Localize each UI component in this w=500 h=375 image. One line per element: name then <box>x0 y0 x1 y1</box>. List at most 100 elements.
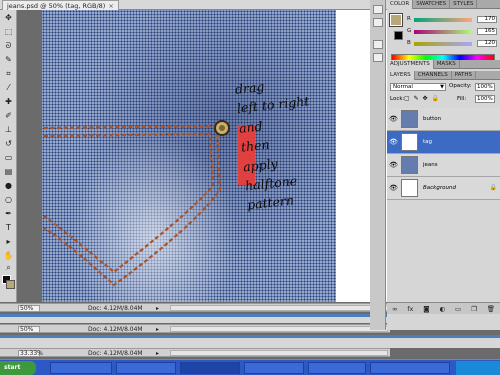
horizontal-scrollbar[interactable] <box>170 305 388 311</box>
document-tab-bar: jeans.psd @ 50% (tag, RGB/8) × <box>0 0 390 10</box>
taskbar-button-active[interactable] <box>180 362 240 374</box>
delete-layer-icon[interactable]: 🗑 <box>487 305 495 313</box>
gradient-tool-icon[interactable]: ▤ <box>2 166 15 178</box>
adjustment-layer-icon[interactable]: ◐ <box>439 305 445 313</box>
document-size-info-secondary: Doc: 4.12M/8.04M <box>88 326 143 333</box>
document-tab[interactable]: jeans.psd @ 50% (tag, RGB/8) × <box>2 0 119 10</box>
background-color-swatch[interactable] <box>6 280 15 289</box>
layers-panel-footer: ∞ fx ◙ ◐ ▭ ❐ 🗑 <box>387 302 500 314</box>
brush-tool-icon[interactable]: ✐ <box>2 110 15 122</box>
lock-label: Lock: <box>390 96 405 102</box>
system-tray <box>456 361 500 375</box>
blur-tool-icon[interactable]: ● <box>2 180 15 192</box>
windows-taskbar: start <box>0 359 500 375</box>
taskbar-button[interactable] <box>370 362 450 374</box>
blend-mode-select[interactable]: Normal ▼ <box>390 83 446 91</box>
photoshop-window: jeans.psd @ 50% (tag, RGB/8) × ✥ ⬚ ᘐ ✎ ⌗ … <box>0 0 500 375</box>
clone-stamp-tool-icon[interactable]: ⊥ <box>2 124 15 136</box>
character-panel-icon[interactable] <box>373 40 383 49</box>
tab-masks[interactable]: MASKS <box>434 60 460 69</box>
taskbar-button[interactable] <box>116 362 176 374</box>
type-tool-icon[interactable]: T <box>2 222 15 234</box>
green-channel-slider[interactable] <box>414 30 472 34</box>
opacity-field[interactable]: 100% <box>475 83 495 91</box>
tab-adjustments[interactable]: ADJUSTMENTS <box>387 60 434 69</box>
status-bar: 50% Doc: 4.12M/8.04M ▸ <box>0 303 390 312</box>
fill-field[interactable]: 100% <box>475 95 495 103</box>
dodge-tool-icon[interactable]: ○ <box>2 194 15 206</box>
eye-icon[interactable]: 👁 <box>389 184 398 192</box>
lock-options-icons[interactable]: ▢ ✎ ✥ 🔒 <box>404 95 440 102</box>
path-selection-tool-icon[interactable]: ▸ <box>2 236 15 248</box>
tab-swatches[interactable]: SWATCHES <box>413 0 451 9</box>
blue-channel-slider[interactable] <box>414 42 472 46</box>
layer-row-jeans[interactable]: 👁 jeans <box>387 154 500 177</box>
tools-panel: ✥ ⬚ ᘐ ✎ ⌗ ⁄ ✚ ✐ ⊥ ↺ ▭ ▤ ● ○ ✒ T ▸ ✋ ⌕ <box>0 10 17 302</box>
blue-channel-value[interactable]: 120 <box>477 40 497 47</box>
link-layers-icon[interactable]: ∞ <box>392 305 397 313</box>
status-menu-arrow-icon[interactable]: ▸ <box>156 350 159 357</box>
hand-tool-icon[interactable]: ✋ <box>2 250 15 262</box>
tab-color[interactable]: COLOR <box>387 0 414 9</box>
minimized-document-ruler <box>0 338 500 348</box>
eye-icon[interactable]: 👁 <box>389 138 398 146</box>
layer-row-tag[interactable]: 👁 tag <box>387 131 500 154</box>
color-panel-tabs: COLOR SWATCHES STYLES <box>387 0 500 9</box>
eye-icon[interactable]: 👁 <box>389 115 398 123</box>
new-layer-icon[interactable]: ❐ <box>471 305 477 313</box>
handwritten-note: drag left to right and then apply halfto… <box>234 78 310 213</box>
add-mask-icon[interactable]: ◙ <box>423 305 429 313</box>
pocket-stitching <box>43 124 222 287</box>
zoom-field-tertiary[interactable]: 33.33% <box>18 350 43 357</box>
taskbar-button[interactable] <box>244 362 304 374</box>
zoom-field[interactable]: 50% <box>18 305 40 312</box>
taskbar-button[interactable] <box>50 362 112 374</box>
panel-icon-strip <box>370 0 386 330</box>
crop-tool-icon[interactable]: ⌗ <box>2 68 15 80</box>
zoom-tool-icon[interactable]: ⌕ <box>2 262 15 274</box>
layer-row-background[interactable]: 👁 Background 🔒 <box>387 177 500 200</box>
start-button[interactable]: start <box>0 361 36 375</box>
docked-panels: COLOR SWATCHES STYLES R 170 G 165 B 120 <box>387 0 500 330</box>
horizontal-scrollbar-tertiary[interactable] <box>170 350 388 356</box>
tab-channels[interactable]: CHANNELS <box>415 71 452 80</box>
layer-style-icon[interactable]: fx <box>407 305 413 313</box>
new-group-icon[interactable]: ▭ <box>455 305 461 313</box>
tab-paths[interactable]: PATHS <box>452 71 476 80</box>
taskbar-button[interactable] <box>308 362 366 374</box>
close-icon[interactable]: × <box>108 2 113 10</box>
red-channel-slider[interactable] <box>414 18 472 22</box>
marquee-tool-icon[interactable]: ⬚ <box>2 26 15 38</box>
color-panel: R 170 G 165 B 120 <box>387 10 500 61</box>
layer-row-button[interactable]: 👁 button <box>387 108 500 131</box>
status-bar-tertiary: 33.33% Doc: 4.12M/8.04M ▸ <box>0 348 390 357</box>
move-tool-icon[interactable]: ✥ <box>2 12 15 24</box>
color-panel-foreground-swatch[interactable] <box>390 14 402 26</box>
tab-layers[interactable]: LAYERS <box>387 71 415 80</box>
history-brush-tool-icon[interactable]: ↺ <box>2 138 15 150</box>
eye-icon[interactable]: 👁 <box>389 161 398 169</box>
green-channel-value[interactable]: 165 <box>477 28 497 35</box>
eyedropper-tool-icon[interactable]: ⁄ <box>2 82 15 94</box>
layer-name: button <box>423 116 442 122</box>
red-channel-value[interactable]: 170 <box>477 16 497 23</box>
healing-brush-tool-icon[interactable]: ✚ <box>2 96 15 108</box>
pen-tool-icon[interactable]: ✒ <box>2 208 15 220</box>
status-menu-arrow-icon[interactable]: ▸ <box>156 305 159 312</box>
lock-icon: 🔒 <box>489 184 497 191</box>
lasso-tool-icon[interactable]: ᘐ <box>2 40 15 52</box>
tab-styles[interactable]: STYLES <box>450 0 478 9</box>
color-panel-background-swatch[interactable] <box>394 31 403 40</box>
status-bar-secondary: 50% Doc: 4.12M/8.04M ▸ <box>0 324 390 333</box>
horizontal-scrollbar-secondary[interactable] <box>170 326 388 332</box>
history-panel-icon[interactable] <box>373 5 383 14</box>
green-channel-row: G 165 <box>407 28 499 36</box>
quick-select-tool-icon[interactable]: ✎ <box>2 54 15 66</box>
layer-name: jeans <box>423 162 438 168</box>
status-menu-arrow-icon[interactable]: ▸ <box>156 326 159 333</box>
paragraph-panel-icon[interactable] <box>373 53 383 62</box>
eraser-tool-icon[interactable]: ▭ <box>2 152 15 164</box>
actions-panel-icon[interactable] <box>373 18 383 27</box>
zoom-field-secondary[interactable]: 50% <box>18 326 40 333</box>
adjustments-panel-tabs: ADJUSTMENTS MASKS <box>387 60 500 69</box>
